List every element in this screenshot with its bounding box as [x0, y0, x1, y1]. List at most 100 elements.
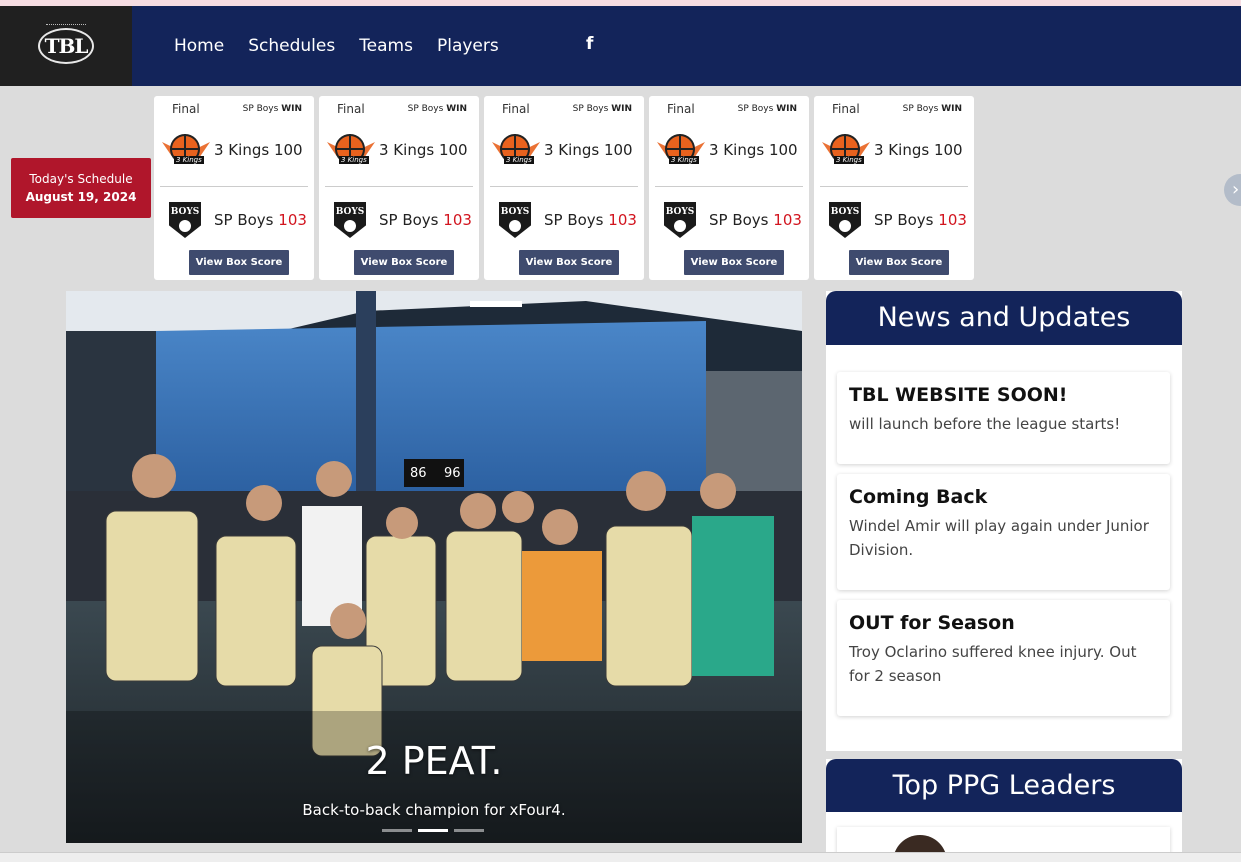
team-row-away: BOYS SP Boys 103: [657, 200, 802, 240]
team-name-text: SP Boys: [874, 211, 934, 229]
nav-players[interactable]: Players: [437, 36, 499, 56]
team-score: 100: [768, 141, 798, 159]
hero-carousel[interactable]: 86 96 2 PEAT. Back-to-back champion for …: [66, 291, 802, 843]
scoreboard-home: 86: [410, 466, 427, 481]
team-name-text: 3 Kings: [874, 141, 930, 159]
carousel-indicator-3[interactable]: [454, 829, 484, 832]
team-score: 100: [273, 141, 303, 159]
boys-logo-icon: BOYS: [822, 202, 870, 238]
team-name-text: SP Boys: [544, 211, 604, 229]
view-box-score-button[interactable]: View Box Score: [189, 250, 289, 275]
game-card: Final SP Boys WIN 3 Kings 3 Kings 100 BO…: [484, 96, 644, 280]
team-name-text: SP Boys: [214, 211, 274, 229]
team-row-away: BOYS SP Boys 103: [162, 200, 307, 240]
nav-teams[interactable]: Teams: [359, 36, 413, 56]
boys-logo-icon: BOYS: [657, 202, 705, 238]
game-status: Final: [832, 102, 860, 116]
boys-logo-label: BOYS: [500, 207, 530, 217]
team-name-text: SP Boys: [709, 211, 769, 229]
news-item-body: Troy Oclarino suffered knee injury. Out …: [849, 643, 1137, 685]
kings-logo-label: 3 Kings: [834, 156, 864, 164]
game-status: Final: [667, 102, 695, 116]
nav-schedules[interactable]: Schedules: [248, 36, 335, 56]
boys-logo-label: BOYS: [335, 207, 365, 217]
next-arrow-icon[interactable]: ›: [1224, 174, 1241, 206]
card-divider: [655, 186, 803, 187]
team-name: SP Boys 103: [709, 211, 802, 229]
news-panel: News and Updates TBL WEBSITE SOON! will …: [826, 291, 1182, 751]
news-heading: News and Updates: [826, 291, 1182, 345]
game-result: SP Boys WIN: [573, 104, 632, 114]
game-result: SP Boys WIN: [408, 104, 467, 114]
game-result: SP Boys WIN: [243, 104, 302, 114]
team-score: 103: [443, 211, 472, 229]
team-name: 3 Kings 100: [379, 141, 468, 159]
team-name: SP Boys 103: [214, 211, 307, 229]
view-box-score-button[interactable]: View Box Score: [849, 250, 949, 275]
game-status: Final: [337, 102, 365, 116]
team-score: 103: [278, 211, 307, 229]
game-status: Final: [172, 102, 200, 116]
game-result: SP Boys WIN: [903, 104, 962, 114]
nav-home[interactable]: Home: [174, 36, 224, 56]
game-result: SP Boys WIN: [738, 104, 797, 114]
logo-ring: TBL: [38, 24, 94, 64]
winner-suffix: WIN: [446, 104, 467, 114]
news-item-title: TBL WEBSITE SOON!: [849, 384, 1068, 406]
kings-logo-icon: 3 Kings: [822, 132, 870, 168]
schedule-label: Today's Schedule: [29, 172, 133, 186]
winner-team: SP Boys: [572, 104, 609, 114]
todays-schedule-badge: Today's Schedule August 19, 2024: [11, 158, 151, 218]
facebook-icon[interactable]: f: [586, 34, 593, 54]
team-name: 3 Kings 100: [214, 141, 303, 159]
game-status: Final: [502, 102, 530, 116]
team-name-text: 3 Kings: [214, 141, 270, 159]
schedule-date: August 19, 2024: [25, 190, 137, 204]
boys-logo-icon: BOYS: [162, 202, 210, 238]
view-box-score-button[interactable]: View Box Score: [684, 250, 784, 275]
kings-logo-label: 3 Kings: [174, 156, 204, 164]
hero-title: 2 PEAT.: [365, 739, 503, 783]
team-name-text: 3 Kings: [544, 141, 600, 159]
winner-team: SP Boys: [242, 104, 279, 114]
winner-suffix: WIN: [281, 104, 302, 114]
team-score: 103: [938, 211, 967, 229]
kings-logo-icon: 3 Kings: [657, 132, 705, 168]
carousel-indicator-1[interactable]: [382, 829, 412, 832]
news-item[interactable]: Coming Back Windel Amir will play again …: [837, 474, 1170, 590]
winner-suffix: WIN: [776, 104, 797, 114]
main-nav: Home Schedules Teams Players: [174, 6, 523, 86]
boys-logo-icon: BOYS: [492, 202, 540, 238]
view-box-score-button[interactable]: View Box Score: [519, 250, 619, 275]
boys-logo-label: BOYS: [665, 207, 695, 217]
carousel-indicators: [382, 829, 490, 832]
tbl-logo[interactable]: TBL: [0, 6, 132, 86]
card-divider: [160, 186, 308, 187]
winner-suffix: WIN: [941, 104, 962, 114]
team-row-home: 3 Kings 3 Kings 100: [327, 130, 471, 170]
kings-logo-label: 3 Kings: [504, 156, 534, 164]
carousel-indicator-2[interactable]: [418, 829, 448, 832]
logo-text: TBL: [44, 34, 89, 58]
team-score: 100: [933, 141, 963, 159]
team-name: 3 Kings 100: [544, 141, 633, 159]
game-card: Final SP Boys WIN 3 Kings 3 Kings 100 BO…: [649, 96, 809, 280]
kings-logo-label: 3 Kings: [339, 156, 369, 164]
game-card: Final SP Boys WIN 3 Kings 3 Kings 100 BO…: [319, 96, 479, 280]
view-box-score-button[interactable]: View Box Score: [354, 250, 454, 275]
horizontal-scrollbar[interactable]: [0, 852, 1241, 862]
game-card: Final SP Boys WIN 3 Kings 3 Kings 100 BO…: [154, 96, 314, 280]
ppg-heading: Top PPG Leaders: [826, 759, 1182, 812]
team-row-home: 3 Kings 3 Kings 100: [822, 130, 966, 170]
team-name: SP Boys 103: [544, 211, 637, 229]
card-divider: [325, 186, 473, 187]
boys-logo-icon: BOYS: [327, 202, 375, 238]
team-score: 100: [438, 141, 468, 159]
team-row-home: 3 Kings 3 Kings 100: [162, 130, 306, 170]
team-name-text: SP Boys: [379, 211, 439, 229]
team-row-away: BOYS SP Boys 103: [492, 200, 637, 240]
news-item[interactable]: TBL WEBSITE SOON! will launch before the…: [837, 372, 1170, 464]
team-name: SP Boys 103: [874, 211, 967, 229]
news-item[interactable]: OUT for Season Troy Oclarino suffered kn…: [837, 600, 1170, 716]
game-card: Final SP Boys WIN 3 Kings 3 Kings 100 BO…: [814, 96, 974, 280]
